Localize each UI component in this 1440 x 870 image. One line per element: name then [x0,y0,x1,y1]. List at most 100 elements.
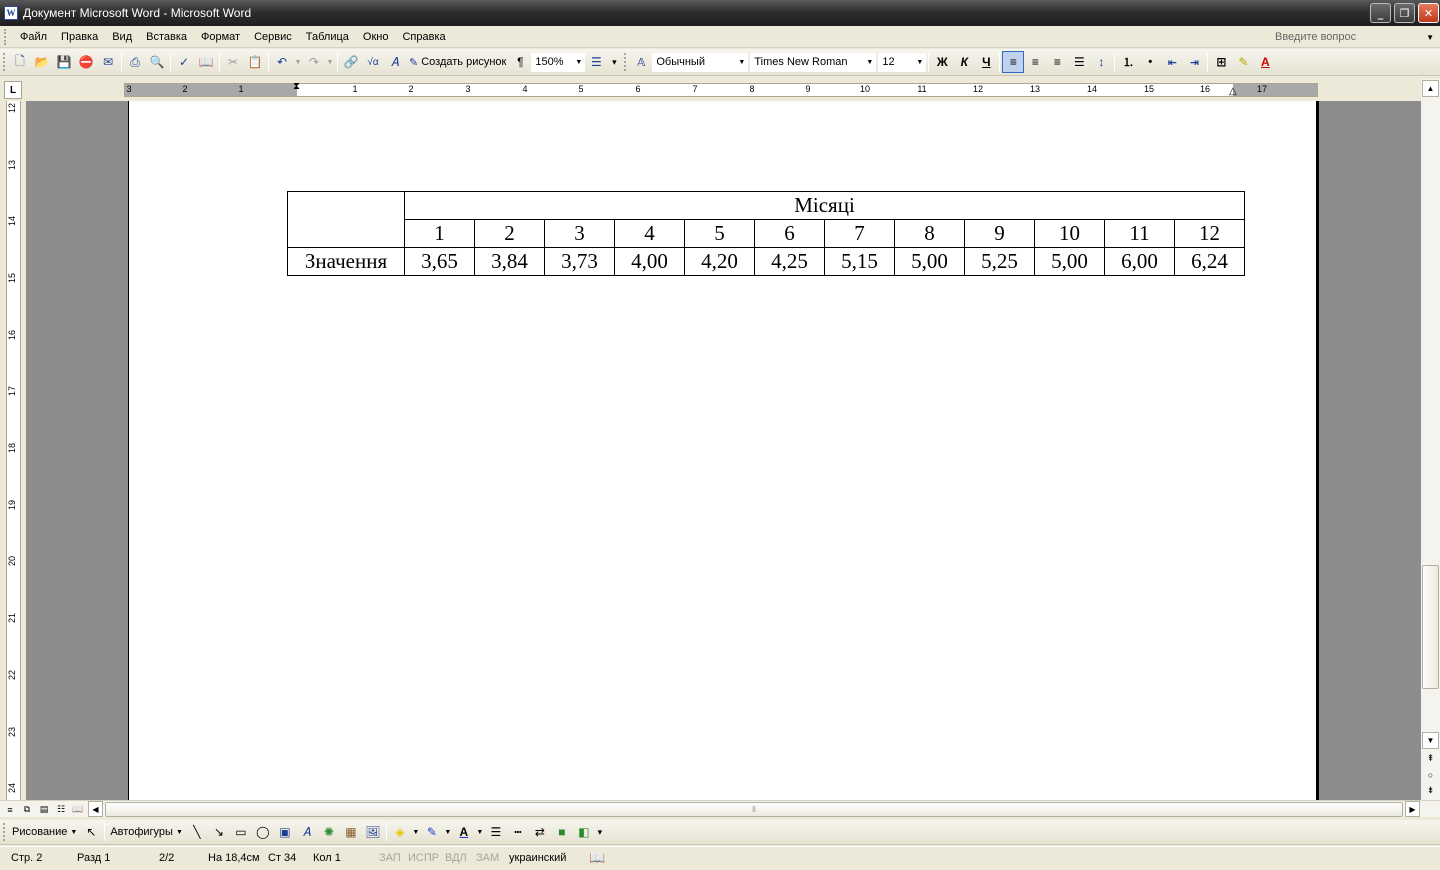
toolbar-grip[interactable] [3,53,6,71]
toolbar-grip[interactable] [624,53,627,71]
value-cell[interactable]: 4,00 [614,247,685,276]
underline-button[interactable]: Ч [975,51,997,73]
font-color-icon[interactable]: A [453,821,475,843]
chevron-down-icon[interactable]: ▼ [575,59,582,66]
print-preview-icon[interactable]: 🔍 [146,51,168,73]
chevron-down-icon[interactable]: ▼ [916,59,923,66]
restore-button[interactable]: ❐ [1394,3,1415,23]
dash-style-icon[interactable]: ┅ [507,821,529,843]
month-cell[interactable]: 5 [684,219,755,248]
select-objects-icon[interactable]: ↖ [80,821,102,843]
line-color-icon[interactable]: ✎ [421,821,443,843]
value-cell[interactable]: 5,25 [964,247,1035,276]
next-page-icon[interactable]: ⇟ [1422,782,1439,799]
month-cell[interactable]: 11 [1104,219,1175,248]
tab-selector[interactable]: L [4,81,22,99]
autoshapes-menu-button[interactable]: Автофигуры ▼ [107,826,186,838]
month-cell[interactable]: 6 [754,219,825,248]
menu-help[interactable]: Справка [395,26,452,48]
print-icon[interactable]: ⎙ [124,51,146,73]
outline-view-icon[interactable]: ☷ [53,802,69,817]
scroll-up-icon[interactable]: ▲ [1422,80,1439,97]
help-question-box[interactable]: Введите вопрос ▼ [1272,29,1436,46]
zoom-combo[interactable]: 150% ▼ [531,52,586,72]
document-page[interactable]: Місяці 1 2 3 4 5 6 7 8 9 10 11 12 Значен… [128,101,1319,800]
word-app-icon[interactable]: W [4,6,18,20]
value-cell[interactable]: 6,24 [1174,247,1245,276]
toolbar-grip[interactable] [3,823,6,841]
highlight-icon[interactable]: ✎ [1232,51,1254,73]
chevron-down-icon[interactable]: ▼ [738,59,745,66]
scroll-right-icon[interactable]: ▶ [1405,801,1420,817]
research-icon[interactable]: 📖 [195,51,217,73]
browse-object-icon[interactable]: ○ [1422,766,1439,783]
line-spacing-icon[interactable]: ↕ [1090,51,1112,73]
status-track-changes[interactable]: ИСПР [408,852,439,864]
status-language[interactable]: украинский [509,852,566,864]
month-cell[interactable]: 2 [474,219,545,248]
redo-icon[interactable]: ↷ [303,51,325,73]
oval-tool-icon[interactable]: ◯ [252,821,274,843]
styles-pane-icon[interactable]: 𝔸 [630,51,652,73]
vertical-scroll-thumb[interactable] [1422,565,1439,689]
status-record-macro[interactable]: ЗАП [379,852,401,864]
menu-file[interactable]: Файл [13,26,54,48]
status-extend-selection[interactable]: ВДЛ [445,852,467,864]
arrow-tool-icon[interactable]: ↘ [208,821,230,843]
scroll-down-icon[interactable]: ▼ [1422,732,1439,749]
print-layout-icon[interactable]: ▤ [36,802,52,817]
table-group-header[interactable]: Місяці [404,191,1245,220]
italic-button[interactable]: К [953,51,975,73]
chevron-down-icon[interactable]: ▼ [443,821,453,843]
bold-button[interactable]: Ж [931,51,953,73]
chevron-down-icon[interactable]: ▼ [325,51,335,73]
borders-icon[interactable]: ⊞ [1210,51,1232,73]
value-cell[interactable]: 5,15 [824,247,895,276]
status-line[interactable]: Ст 34 [268,852,296,864]
menu-window[interactable]: Окно [356,26,396,48]
menu-format[interactable]: Формат [194,26,247,48]
data-table[interactable]: Місяці 1 2 3 4 5 6 7 8 9 10 11 12 Значен… [287,191,1245,276]
3d-style-icon[interactable]: ◧ [573,821,595,843]
align-right-icon[interactable]: ≡ [1046,51,1068,73]
month-cell[interactable]: 12 [1174,219,1245,248]
month-cell[interactable]: 7 [824,219,895,248]
menu-view[interactable]: Вид [105,26,139,48]
chevron-down-icon[interactable]: ▼ [1426,29,1434,46]
normal-view-icon[interactable]: ≡ [2,802,18,817]
shadow-style-icon[interactable]: ■ [551,821,573,843]
status-overtype[interactable]: ЗАМ [476,852,499,864]
drawing-menu-button[interactable]: Рисование ▼ [9,826,80,838]
horizontal-ruler[interactable]: L 3 2 1 1 2 3 4 5 6 7 8 9 10 11 12 13 14… [0,79,1440,101]
month-cell[interactable]: 4 [614,219,685,248]
chevron-down-icon[interactable]: ▼ [866,59,873,66]
numbering-icon[interactable]: ⒈ [1117,51,1139,73]
close-button[interactable]: ✕ [1418,3,1439,23]
scroll-left-icon[interactable]: ◀ [88,801,103,817]
value-cell[interactable]: 4,20 [684,247,755,276]
value-cell[interactable]: 5,00 [894,247,965,276]
font-color-icon[interactable]: A [1254,51,1276,73]
month-cell[interactable]: 8 [894,219,965,248]
horizontal-scroll-thumb[interactable]: ⦀ [105,802,1403,817]
indent-marker-icon[interactable]: ⧗ [293,81,300,92]
undo-icon[interactable]: ↶ [271,51,293,73]
minimize-button[interactable]: _ [1370,3,1391,23]
chevron-down-icon[interactable]: ▼ [475,821,485,843]
reading-layout-icon[interactable]: 📖 [70,802,86,817]
show-formatting-icon[interactable]: ¶ [509,51,531,73]
wordart-icon[interactable]: 𝐴 [384,51,406,73]
document-area[interactable]: Місяці 1 2 3 4 5 6 7 8 9 10 11 12 Значен… [26,101,1421,800]
open-folder-icon[interactable]: 📂 [31,51,53,73]
status-page-of[interactable]: 2/2 [159,852,174,864]
font-size-combo[interactable]: 12 ▼ [878,52,927,72]
fill-color-icon[interactable]: ◈ [389,821,411,843]
line-tool-icon[interactable]: ╲ [186,821,208,843]
value-cell[interactable]: 5,00 [1034,247,1105,276]
decrease-indent-icon[interactable]: ⇤ [1161,51,1183,73]
month-cell[interactable]: 10 [1034,219,1105,248]
permission-icon[interactable]: ⛔ [75,51,97,73]
status-position[interactable]: На 18,4см [208,852,260,864]
align-center-icon[interactable]: ≡ [1024,51,1046,73]
row-label-cell[interactable]: Значення [287,247,405,276]
